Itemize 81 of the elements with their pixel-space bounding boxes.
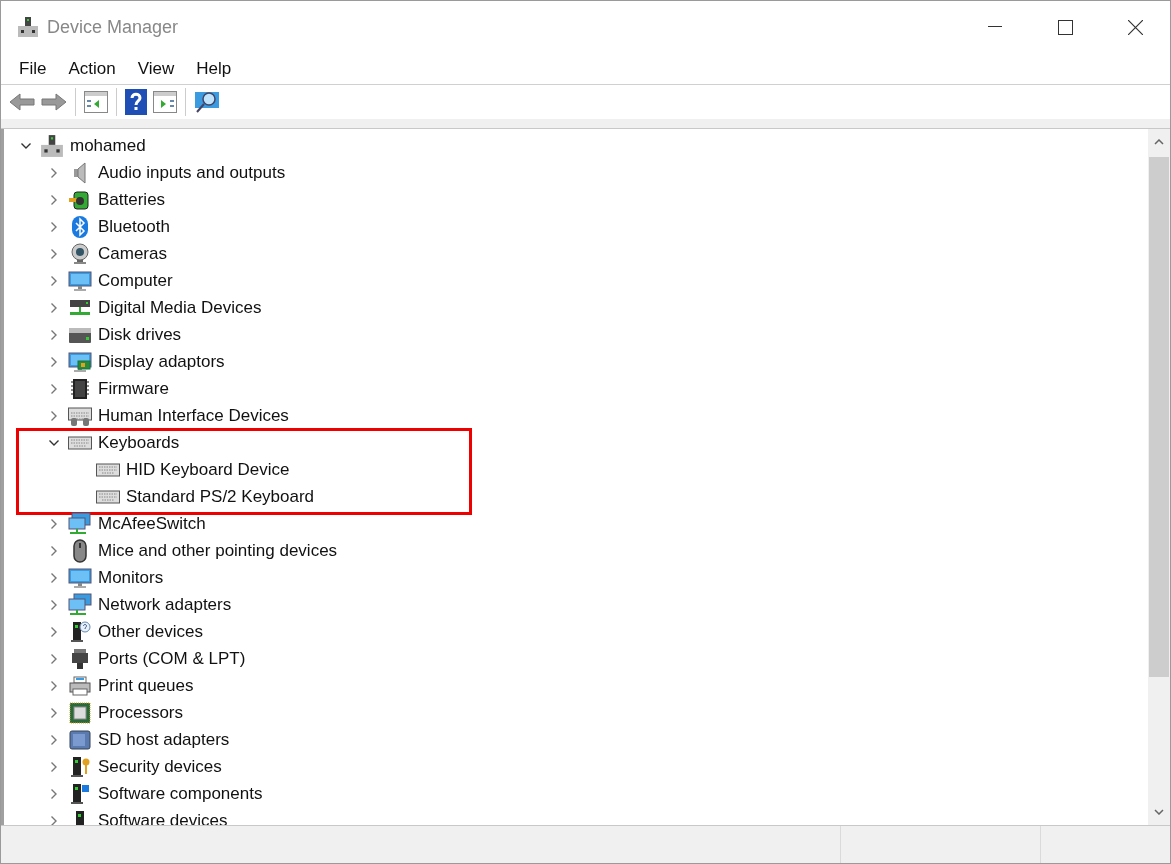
device-manager-icon — [17, 16, 39, 38]
scroll-down-icon[interactable] — [1154, 809, 1164, 815]
tree-item[interactable]: Digital Media Devices — [98, 294, 262, 321]
menu-item[interactable]: File — [9, 54, 57, 83]
window-title: Device Manager — [47, 15, 179, 39]
expand-chevron-icon[interactable] — [50, 652, 58, 665]
help-icon[interactable] — [125, 89, 147, 115]
close-icon — [1127, 19, 1143, 35]
tree-item[interactable]: Cameras — [98, 240, 167, 267]
tree-item[interactable]: Computer — [98, 267, 173, 294]
tree-item[interactable]: Display adaptors — [98, 348, 225, 375]
expand-chevron-icon[interactable] — [50, 787, 58, 800]
tree-item[interactable]: mohamed — [70, 132, 146, 159]
monitor-icon — [68, 268, 92, 293]
expand-chevron-icon[interactable] — [50, 382, 58, 395]
tree-item[interactable]: Ports (COM & LPT) — [98, 645, 246, 672]
expand-chevron-icon[interactable] — [50, 274, 58, 287]
tree-item[interactable]: SD host adapters — [98, 726, 230, 753]
scrollbar[interactable] — [1148, 129, 1170, 825]
tree-item[interactable]: Mice and other pointing devices — [98, 537, 338, 564]
tree-item[interactable]: Monitors — [98, 564, 164, 591]
tree-item[interactable]: Software components — [98, 780, 263, 807]
scroll-up-icon[interactable] — [1154, 139, 1164, 145]
expand-chevron-icon[interactable] — [50, 733, 58, 746]
expand-chevron-icon[interactable] — [50, 355, 58, 368]
menu-item[interactable]: Action — [58, 54, 126, 83]
tree-item[interactable]: Network adapters — [98, 591, 232, 618]
forward-arrow-icon[interactable] — [41, 92, 67, 112]
expand-chevron-icon[interactable] — [50, 409, 58, 422]
processor-icon — [68, 700, 92, 725]
tree-item[interactable]: Security devices — [98, 753, 222, 780]
scrollbar-thumb[interactable] — [1149, 157, 1169, 677]
tree-item[interactable]: Firmware — [98, 375, 169, 402]
console-tree-icon[interactable] — [84, 91, 108, 113]
tree-item[interactable]: Processors — [98, 699, 184, 726]
expand-chevron-icon[interactable] — [50, 301, 58, 314]
network-computer-icon — [68, 511, 92, 536]
tree-item[interactable]: McAfeeSwitch — [98, 510, 206, 537]
expand-chevron-icon[interactable] — [50, 625, 58, 638]
printer-icon — [68, 673, 92, 698]
maximize-icon — [1057, 19, 1073, 35]
tree-item[interactable]: Human Interface Devices — [98, 402, 289, 429]
tower-question-icon — [68, 619, 92, 644]
chip-icon — [68, 376, 92, 401]
expand-chevron-icon[interactable] — [50, 544, 58, 557]
expand-chevron-icon[interactable] — [50, 760, 58, 773]
network-computer-icon — [68, 592, 92, 617]
collapse-chevron-icon[interactable] — [20, 141, 32, 150]
expand-chevron-icon[interactable] — [50, 328, 58, 341]
computer-node-icon — [40, 133, 64, 158]
expand-chevron-icon[interactable] — [50, 706, 58, 719]
expand-chevron-icon[interactable] — [50, 220, 58, 233]
minimize-icon — [988, 26, 1002, 28]
expand-chevron-icon[interactable] — [50, 571, 58, 584]
webcam-icon — [68, 241, 92, 266]
tree-item[interactable]: Bluetooth — [98, 213, 170, 240]
tower-icon — [73, 808, 87, 825]
back-arrow-icon[interactable] — [9, 92, 35, 112]
tree-item[interactable]: Audio inputs and outputs — [98, 159, 286, 186]
expand-chevron-icon[interactable] — [50, 598, 58, 611]
monitor-card-icon — [68, 349, 92, 374]
expand-chevron-icon[interactable] — [50, 193, 58, 206]
scan-monitor-icon[interactable] — [194, 90, 220, 114]
menu-item[interactable]: Help — [186, 54, 242, 83]
monitor-icon — [68, 565, 92, 590]
tree-item[interactable]: Other devices — [98, 618, 203, 645]
expand-chevron-icon[interactable] — [50, 679, 58, 692]
tree-item[interactable]: Batteries — [98, 186, 166, 213]
expand-chevron-icon[interactable] — [50, 517, 58, 530]
tree-item[interactable]: Disk drives — [98, 321, 182, 348]
action-pane-icon[interactable] — [153, 91, 177, 113]
card-icon — [68, 727, 92, 752]
tree-item[interactable]: Print queues — [98, 672, 194, 699]
expand-chevron-icon[interactable] — [50, 166, 58, 179]
tower-key-icon — [68, 754, 92, 779]
tree-item[interactable]: Standard PS/2 Keyboard — [126, 483, 315, 510]
collapse-chevron-icon[interactable] — [48, 438, 60, 447]
menu-item[interactable]: View — [127, 54, 185, 83]
expand-chevron-icon[interactable] — [50, 247, 58, 260]
tree-item[interactable]: Keyboards — [98, 429, 180, 456]
tree-item[interactable]: HID Keyboard Device — [126, 456, 290, 483]
